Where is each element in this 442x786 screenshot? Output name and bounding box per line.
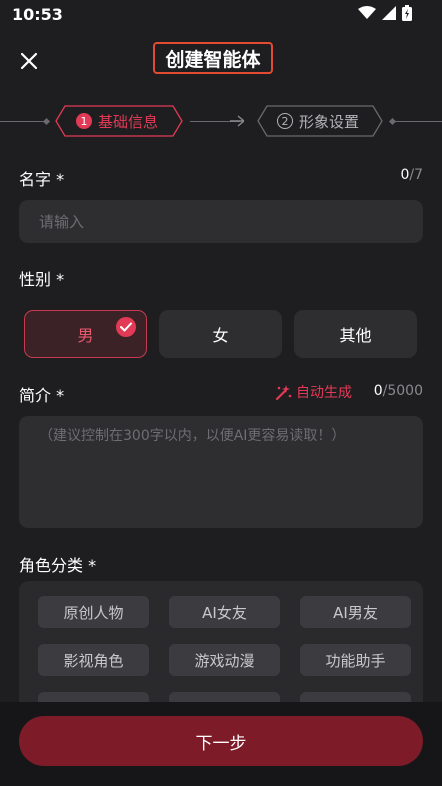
category-chip[interactable]: 原创人物 xyxy=(38,596,149,628)
intro-counter: 0/5000 xyxy=(374,383,423,399)
step-number-2: 2 xyxy=(277,113,293,129)
step-dot-left xyxy=(42,117,51,126)
category-chip[interactable]: 游戏动漫 xyxy=(169,644,280,676)
auto-generate-label: 自动生成 xyxy=(296,385,352,401)
gender-option-male[interactable]: 男 xyxy=(24,310,147,358)
intro-count: 0 xyxy=(373,383,383,399)
signal-icon xyxy=(382,6,396,20)
gender-option-female-label: 女 xyxy=(212,326,229,345)
name-input[interactable] xyxy=(19,200,423,243)
status-icons xyxy=(358,5,412,21)
gender-option-other[interactable]: 其他 xyxy=(294,310,417,358)
category-panel: 原创人物 AI女友 AI男友 影视角色 游戏动漫 功能助手 xyxy=(19,581,423,721)
category-chip[interactable]: 功能助手 xyxy=(300,644,411,676)
check-icon xyxy=(116,317,136,337)
category-chip[interactable]: 影视角色 xyxy=(38,644,149,676)
close-button[interactable] xyxy=(14,46,44,76)
page-title: 创建智能体 xyxy=(153,42,273,74)
gender-label: 性别 * xyxy=(19,270,65,289)
step-basic-info-text: 基础信息 xyxy=(98,112,159,131)
arrow-right-icon xyxy=(230,115,244,127)
category-chip[interactable]: AI男友 xyxy=(300,596,411,628)
gender-option-other-label: 其他 xyxy=(339,326,372,345)
step-number-1: 1 xyxy=(76,113,92,129)
battery-icon xyxy=(402,5,412,21)
close-icon xyxy=(20,52,38,70)
name-label: 名字 * xyxy=(19,170,65,189)
intro-textarea[interactable]: （建议控制在300字以内，以便AI更容易读取！） xyxy=(19,416,423,528)
category-chip[interactable]: AI女友 xyxy=(169,596,280,628)
gender-option-female[interactable]: 女 xyxy=(159,310,282,358)
intro-max: /5000 xyxy=(382,383,423,399)
gender-option-male-label: 男 xyxy=(77,326,94,345)
step-basic-info-label: 1 基础信息 xyxy=(76,110,158,132)
intro-label: 简介 * xyxy=(19,386,65,405)
step-appearance-label: 2 形象设置 xyxy=(277,110,359,132)
intro-placeholder: （建议控制在300字以内，以便AI更容易读取！） xyxy=(39,428,346,444)
auto-generate-button[interactable]: 自动生成 xyxy=(275,382,352,402)
name-max: /7 xyxy=(409,167,423,183)
wifi-icon xyxy=(358,6,376,19)
step-line-left xyxy=(0,121,46,122)
step-appearance-text: 形象设置 xyxy=(299,112,360,131)
category-label: 角色分类 * xyxy=(19,556,97,575)
step-line-right xyxy=(395,121,442,122)
name-counter: 0/7 xyxy=(400,167,423,183)
status-time: 10:53 xyxy=(12,5,63,24)
magic-wand-icon xyxy=(275,384,292,400)
next-step-button[interactable]: 下一步 xyxy=(19,716,423,766)
